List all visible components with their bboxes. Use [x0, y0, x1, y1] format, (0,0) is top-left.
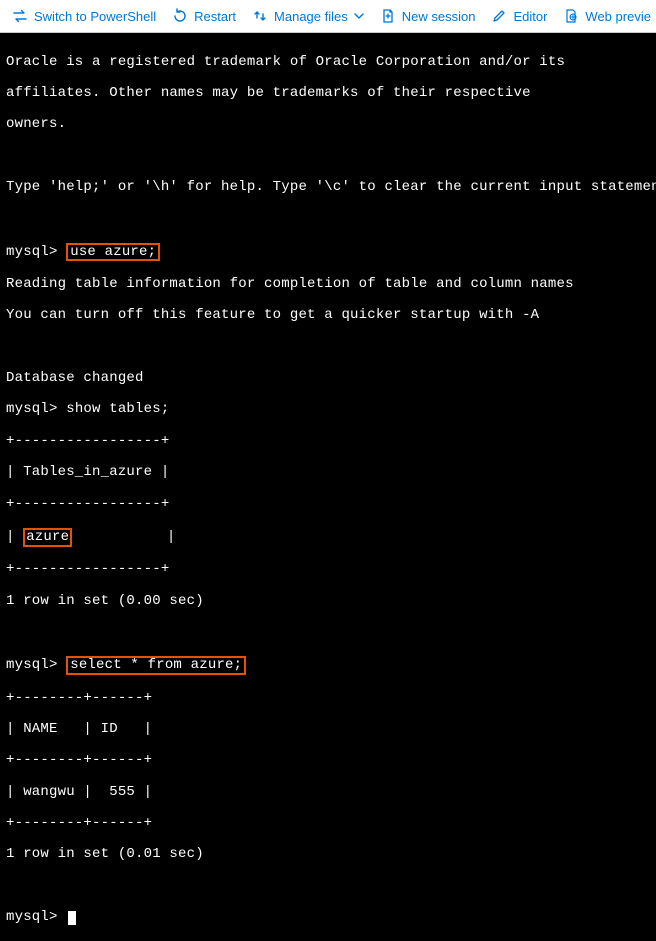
swap-icon: [12, 8, 28, 24]
table2-sep: +--------+------+: [6, 816, 650, 832]
table1-sep: +-----------------+: [6, 434, 650, 450]
new-file-icon: [380, 8, 396, 24]
table2-row: | wangwu | 555 |: [6, 785, 650, 801]
table1-sep: +-----------------+: [6, 562, 650, 578]
trademark-line-2: affiliates. Other names may be trademark…: [6, 86, 650, 102]
upload-download-icon: [252, 8, 268, 24]
web-preview-label: Web previe: [585, 9, 651, 24]
web-preview-button[interactable]: Web previe: [557, 4, 656, 28]
restart-button[interactable]: Restart: [166, 4, 242, 28]
table2-footer: 1 row in set (0.01 sec): [6, 847, 650, 863]
table1-sep: +-----------------+: [6, 497, 650, 513]
highlight-azure-row: azure: [23, 528, 72, 547]
table2-sep: +--------+------+: [6, 691, 650, 707]
editor-button[interactable]: Editor: [485, 4, 553, 28]
trademark-line-3: owners.: [6, 117, 650, 133]
chevron-down-icon: [354, 11, 364, 21]
restart-label: Restart: [194, 9, 236, 24]
manage-files-label: Manage files: [274, 9, 348, 24]
cursor-block: [68, 911, 76, 925]
terminal-output[interactable]: Oracle is a registered trademark of Orac…: [0, 33, 656, 941]
highlight-use-azure: use azure;: [66, 243, 160, 262]
switch-powershell-button[interactable]: Switch to PowerShell: [6, 4, 162, 28]
pencil-icon: [491, 8, 507, 24]
reading-line-2: You can turn off this feature to get a q…: [6, 308, 650, 324]
globe-icon: [563, 8, 579, 24]
prompt-line-use: mysql> use azure;: [6, 243, 650, 262]
toolbar: Switch to PowerShell Restart Manage file…: [0, 0, 656, 33]
trademark-line-1: Oracle is a registered trademark of Orac…: [6, 55, 650, 71]
prompt-line-select: mysql> select * from azure;: [6, 656, 650, 675]
table1-footer: 1 row in set (0.00 sec): [6, 594, 650, 610]
restart-icon: [172, 8, 188, 24]
table1-header: | Tables_in_azure |: [6, 465, 650, 481]
manage-files-button[interactable]: Manage files: [246, 4, 370, 28]
table2-sep: +--------+------+: [6, 753, 650, 769]
switch-powershell-label: Switch to PowerShell: [34, 9, 156, 24]
table1-row: | azure |: [6, 528, 650, 547]
prompt-line-current[interactable]: mysql>: [6, 910, 650, 926]
table2-header: | NAME | ID |: [6, 722, 650, 738]
prompt-line-show-tables: mysql> show tables;: [6, 402, 650, 418]
editor-label: Editor: [513, 9, 547, 24]
reading-line-1: Reading table information for completion…: [6, 277, 650, 293]
new-session-label: New session: [402, 9, 476, 24]
new-session-button[interactable]: New session: [374, 4, 482, 28]
database-changed-line: Database changed: [6, 371, 650, 387]
highlight-select: select * from azure;: [66, 656, 246, 675]
help-line: Type 'help;' or '\h' for help. Type '\c'…: [6, 180, 650, 196]
